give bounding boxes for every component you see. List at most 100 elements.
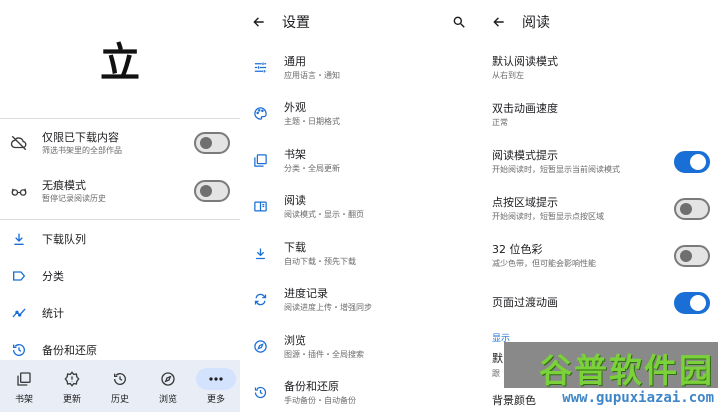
nav-label: 更多 xyxy=(206,394,225,405)
reader-background-color[interactable]: 背景颜色 xyxy=(480,392,720,410)
restore-icon xyxy=(10,341,28,359)
settings-item-general[interactable]: 通用 应用语言・通知 xyxy=(240,44,480,91)
settings-item-label: 书架 xyxy=(284,147,306,161)
tune-icon xyxy=(252,59,268,75)
reader-item-label: 页面过渡动画 xyxy=(492,295,558,309)
menu-item-label: 统计 xyxy=(42,306,64,320)
downloaded-only-row[interactable]: 仅限已下载内容 筛选书架里的全部作品 xyxy=(0,119,240,167)
download-icon xyxy=(10,230,28,248)
screenshot-collage: 立 仅限已下载内容 筛选书架里的全部作品 无痕模式 暂停记录阅读历史 下载队列 … xyxy=(0,0,720,412)
reader-item-partial[interactable]: 默 xyxy=(480,350,720,368)
reader-icon xyxy=(252,199,268,215)
reader-item-desc: 正常 xyxy=(492,118,508,127)
incognito-switch[interactable] xyxy=(194,180,230,202)
reader-item-label: 双击动画速度 xyxy=(492,102,558,115)
nav-label: 更新 xyxy=(62,394,81,405)
incognito-row[interactable]: 无痕模式 暂停记录阅读历史 xyxy=(0,167,240,215)
menu-item-label: 下载队列 xyxy=(42,232,86,246)
reader-tap-zones-hint[interactable]: 点按区域提示 开始阅读时，短暂显示点按区域 xyxy=(480,185,720,232)
reader-default-mode[interactable]: 默认阅读模式 从右到左 xyxy=(480,44,720,91)
cloud-off-icon xyxy=(10,134,28,152)
settings-item-downloads[interactable]: 下载 自动下载・预先下载 xyxy=(240,230,480,277)
app-logo-area: 立 xyxy=(0,0,240,118)
settings-item-tracking[interactable]: 进度记录 阅读进度上传・增强同步 xyxy=(240,277,480,324)
reader-item-desc: 开始阅读时，短暂显示点按区域 xyxy=(492,212,604,221)
section-header-display: 显示 xyxy=(492,333,511,344)
settings-item-library[interactable]: 书架 分类・全局更新 xyxy=(240,137,480,184)
incognito-desc: 暂停记录阅读历史 xyxy=(42,193,106,203)
settings-item-desc: 应用语言・通知 xyxy=(284,70,340,80)
settings-item-label: 通用 xyxy=(284,54,306,68)
back-arrow-icon[interactable] xyxy=(252,14,268,30)
reader-item-label: 点按区域提示 xyxy=(492,196,558,209)
settings-item-desc: 阅读进度上传・增强同步 xyxy=(284,303,372,313)
nav-library[interactable]: 书架 xyxy=(2,368,46,405)
library-icon xyxy=(252,152,268,168)
reader-tap-zones-switch[interactable] xyxy=(674,197,710,220)
settings-item-backup[interactable]: 备份和还原 手动备份・自动备份 xyxy=(240,370,480,412)
menu-item-label: 备份和还原 xyxy=(42,343,97,357)
downloaded-only-label: 仅限已下载内容 xyxy=(42,130,119,144)
reader-32bit-color[interactable]: 32 位色彩 减少色带，但可能会影响性能 xyxy=(480,232,720,279)
settings-item-appearance[interactable]: 外观 主题・日期格式 xyxy=(240,91,480,138)
sync-icon xyxy=(252,292,268,308)
history-icon xyxy=(100,368,140,390)
menu-item-stats[interactable]: 统计 xyxy=(0,294,240,331)
back-arrow-icon[interactable] xyxy=(492,14,508,30)
settings-topbar: 设置 xyxy=(240,0,480,44)
settings-item-label: 下载 xyxy=(284,240,306,254)
reader-32bit-switch[interactable] xyxy=(674,244,710,267)
settings-item-reader[interactable]: 阅读 阅读模式・显示・翻页 xyxy=(240,184,480,231)
settings-item-label: 浏览 xyxy=(284,333,306,347)
reader-item-label: 默认阅读模式 xyxy=(492,55,558,68)
search-icon[interactable] xyxy=(452,14,466,33)
label-icon xyxy=(10,267,28,285)
settings-item-desc: 自动下载・预先下载 xyxy=(284,256,356,266)
compass-icon xyxy=(148,368,188,390)
settings-item-browse[interactable]: 浏览 图源・插件・全局搜索 xyxy=(240,323,480,370)
glasses-icon xyxy=(10,182,28,200)
nav-more[interactable]: 更多 xyxy=(194,367,238,405)
settings-item-label: 备份和还原 xyxy=(284,380,339,394)
library-icon xyxy=(4,368,44,390)
menu-item-categories[interactable]: 分类 xyxy=(0,257,240,294)
stats-icon xyxy=(10,304,28,322)
compass-icon xyxy=(252,338,268,354)
reader-page-transitions-switch[interactable] xyxy=(674,291,710,314)
reader-mode-hint[interactable]: 阅读模式提示 开始阅读时，短暂显示当前阅读模式 xyxy=(480,138,720,185)
menu-item-label: 分类 xyxy=(42,269,64,283)
nav-browse[interactable]: 浏览 xyxy=(146,368,190,405)
reader-item-desc: 减少色带，但可能会影响性能 xyxy=(492,259,596,268)
nav-label: 浏览 xyxy=(158,394,177,405)
nav-updates[interactable]: 更新 xyxy=(50,368,94,405)
reader-item-desc: 从右到左 xyxy=(492,71,524,80)
reader-mode-hint-switch[interactable] xyxy=(674,150,710,173)
reader-page-transitions[interactable]: 页面过渡动画 xyxy=(480,279,720,326)
incognito-label: 无痕模式 xyxy=(42,178,86,192)
reader-panel: 阅读 默认阅读模式 从右到左 双击动画速度 正常 阅读模式提示 开始阅读时，短暂… xyxy=(480,0,720,412)
download-icon xyxy=(252,245,268,261)
app-logo: 立 xyxy=(100,39,140,86)
downloaded-only-desc: 筛选书架里的全部作品 xyxy=(42,145,122,155)
reader-item-desc: 开始阅读时，短暂显示当前阅读模式 xyxy=(492,165,620,174)
reader-topbar: 阅读 xyxy=(480,0,720,44)
menu-item-download-queue[interactable]: 下载队列 xyxy=(0,220,240,257)
settings-item-label: 进度记录 xyxy=(284,287,328,301)
nav-label: 历史 xyxy=(110,394,129,405)
page-title: 设置 xyxy=(282,15,310,31)
settings-item-desc: 图源・插件・全局搜索 xyxy=(284,349,364,359)
more-icon xyxy=(196,367,236,390)
page-title: 阅读 xyxy=(522,15,550,31)
downloaded-only-switch[interactable] xyxy=(194,132,230,154)
reader-item-partial-desc: 跟 xyxy=(492,369,500,378)
reader-double-tap-speed[interactable]: 双击动画速度 正常 xyxy=(480,91,720,138)
restore-icon xyxy=(252,385,268,401)
nav-history[interactable]: 历史 xyxy=(98,368,142,405)
settings-panel: 设置 通用 应用语言・通知 外观 主题・日期格式 书架 分类・全局更新 阅读 阅… xyxy=(240,0,480,412)
settings-item-label: 外观 xyxy=(284,101,306,115)
more-panel: 立 仅限已下载内容 筛选书架里的全部作品 无痕模式 暂停记录阅读历史 下载队列 … xyxy=(0,0,240,412)
settings-item-desc: 手动备份・自动备份 xyxy=(284,396,356,406)
reader-item-label: 32 位色彩 xyxy=(492,243,543,256)
settings-item-desc: 主题・日期格式 xyxy=(284,117,340,127)
settings-item-label: 阅读 xyxy=(284,194,306,208)
